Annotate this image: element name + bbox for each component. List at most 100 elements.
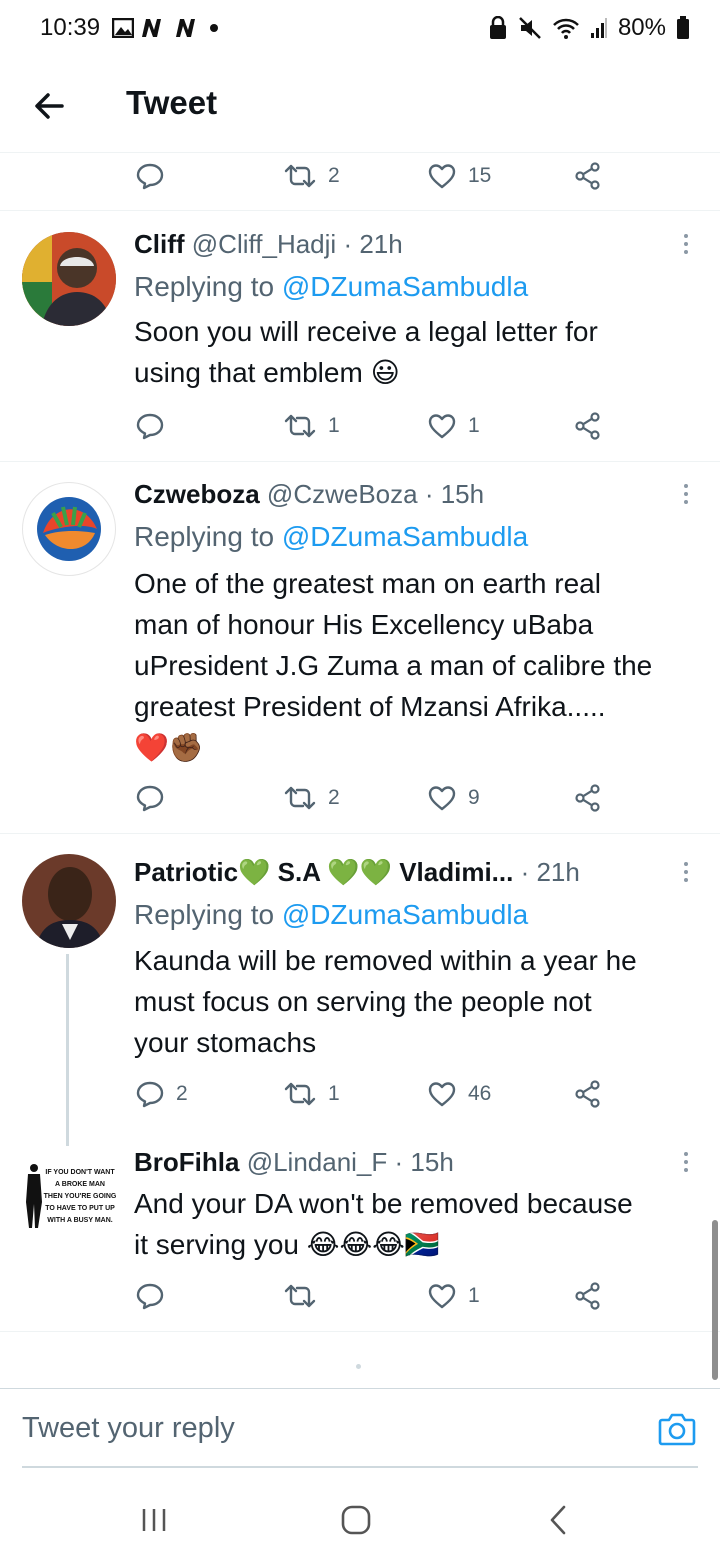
more-dot: [684, 1168, 688, 1172]
share-icon: [575, 412, 600, 440]
retweet-button[interactable]: 1: [284, 402, 340, 450]
retweet-button[interactable]: [284, 1272, 316, 1320]
tweet-author-line: Czweboza @CzweBoza · 15h: [134, 479, 484, 510]
replying-handle[interactable]: @DZumaSambudla: [282, 521, 528, 552]
tweet-actions: 2 1 46: [0, 1070, 720, 1118]
tweet-line: And your DA won't be removed because: [134, 1188, 633, 1219]
scrollbar[interactable]: [712, 1220, 718, 1380]
more-button[interactable]: [682, 234, 690, 258]
divider: [0, 833, 720, 834]
more-dot: [684, 1160, 688, 1164]
replying-to: Replying to @DZumaSambudla: [134, 899, 528, 931]
like-button[interactable]: 15: [428, 152, 491, 200]
reply-button[interactable]: [136, 1272, 164, 1320]
share-button[interactable]: [574, 774, 602, 822]
reply-button[interactable]: 2: [136, 1070, 188, 1118]
avatar-image: [22, 232, 116, 326]
tweet-author-line: BroFihla @Lindani_F · 15h: [134, 1147, 454, 1178]
reply-button[interactable]: [136, 402, 164, 450]
handle[interactable]: @Cliff_Hadji: [192, 229, 336, 259]
reply-button[interactable]: [136, 152, 164, 200]
signal-icon: [590, 18, 607, 38]
camera-button[interactable]: [658, 1412, 696, 1446]
share-button[interactable]: [574, 152, 602, 200]
timestamp[interactable]: · 15h: [395, 1147, 454, 1177]
comment-icon: [136, 163, 164, 190]
like-button[interactable]: 1: [428, 1272, 480, 1320]
more-vertical-icon: [684, 1152, 688, 1156]
tweet-actions: 1: [0, 1272, 720, 1320]
more-button[interactable]: [682, 862, 690, 886]
battery-percent: 80%: [617, 14, 666, 41]
display-name[interactable]: Patriotic💚 S.A 💚💚 Vladimi...: [134, 857, 513, 887]
like-button[interactable]: 9: [428, 774, 480, 822]
reply-input[interactable]: Tweet your reply: [22, 1412, 235, 1445]
heart-icon: [428, 414, 456, 439]
display-name[interactable]: BroFihla: [134, 1147, 239, 1177]
home-button[interactable]: [340, 1504, 372, 1541]
more-button[interactable]: [682, 1152, 690, 1176]
comment-icon: [136, 1283, 164, 1310]
retweet-count: 2: [328, 786, 340, 809]
retweet-button[interactable]: 2: [284, 774, 340, 822]
heart-icon: [428, 1284, 456, 1309]
comment-icon: [136, 1081, 164, 1108]
tweet-author-line: Patriotic💚 S.A 💚💚 Vladimi... · 21h: [134, 857, 694, 888]
timestamp[interactable]: · 21h: [343, 229, 402, 259]
avatar-patriotic[interactable]: [22, 854, 116, 948]
timestamp[interactable]: · 21h: [521, 857, 580, 887]
back-button[interactable]: [30, 86, 70, 126]
wifi-icon: [553, 18, 579, 39]
replying-to: Replying to @DZumaSambudla: [134, 521, 528, 553]
app-n-icon: [176, 19, 195, 37]
more-dot: [684, 492, 688, 496]
tweet-line: using that emblem 😃: [134, 357, 400, 388]
battery-icon: [677, 16, 689, 39]
retweet-icon: [284, 1082, 316, 1106]
replying-handle[interactable]: @DZumaSambudla: [282, 899, 528, 930]
tweet-text: And your DA won't be removed because it …: [134, 1183, 704, 1265]
display-name[interactable]: Cliff: [134, 229, 185, 259]
share-button[interactable]: [574, 1070, 602, 1118]
replying-handle[interactable]: @DZumaSambudla: [282, 271, 528, 302]
comment-icon: [136, 785, 164, 812]
camera-icon: [658, 1413, 696, 1446]
tweet-actions: 2 15: [0, 152, 720, 200]
reply-button[interactable]: [136, 774, 164, 822]
retweet-button[interactable]: 1: [284, 1070, 340, 1118]
more-dot: [684, 250, 688, 254]
comment-icon: [136, 413, 164, 440]
status-right: 80%: [488, 14, 690, 42]
nav-back-button[interactable]: [546, 1504, 570, 1541]
app-n-icon: [142, 19, 161, 37]
like-count: 15: [468, 164, 492, 187]
handle[interactable]: @CzweBoza: [267, 479, 418, 509]
share-button[interactable]: [574, 1272, 602, 1320]
more-vertical-icon: [684, 862, 688, 866]
avatar-caption-line: IF YOU DON'T WANT: [45, 1169, 115, 1176]
reply-count: 2: [176, 1082, 188, 1105]
loading-dot: [356, 1364, 361, 1369]
tweet-line: uPresident J.G Zuma a man of calibre the: [134, 650, 653, 681]
avatar-czweboza[interactable]: [22, 482, 116, 576]
avatar-cliff[interactable]: [22, 232, 116, 326]
like-button[interactable]: 1: [428, 402, 480, 450]
avatar-caption-line: THEN YOU'RE GOING: [44, 1193, 117, 1200]
status-time: 10:39: [40, 14, 101, 41]
dot-icon: [210, 24, 218, 32]
retweet-button[interactable]: 2: [284, 152, 340, 200]
timestamp[interactable]: · 15h: [425, 479, 484, 509]
recents-button[interactable]: [140, 1506, 168, 1539]
avatar-brofihla[interactable]: IF YOU DON'T WANT A BROKE MAN THEN YOU'R…: [20, 1150, 118, 1240]
more-button[interactable]: [682, 484, 690, 508]
handle[interactable]: @Lindani_F: [247, 1147, 388, 1177]
share-button[interactable]: [574, 402, 602, 450]
avatar-caption-line: WITH A BUSY MAN.: [47, 1217, 113, 1224]
like-button[interactable]: 46: [428, 1070, 491, 1118]
home-icon: [341, 1505, 371, 1535]
display-name[interactable]: Czweboza: [134, 479, 260, 509]
heart-icon: [428, 1082, 456, 1107]
tweet-actions: 1 1: [0, 402, 720, 450]
heart-icon: [428, 786, 456, 811]
retweet-icon: [284, 414, 316, 438]
